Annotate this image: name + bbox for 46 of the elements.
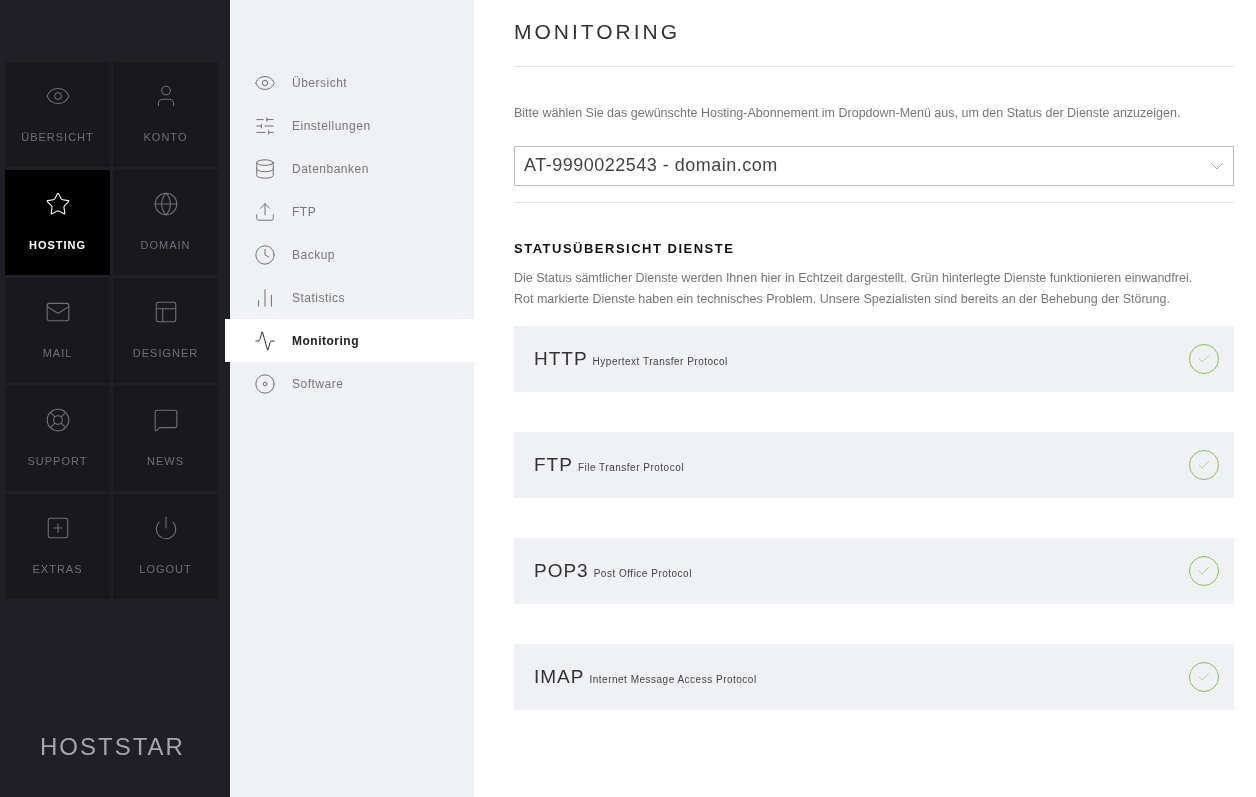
disc-icon xyxy=(254,372,276,395)
upload-icon xyxy=(254,200,276,223)
section-title: STATUSÜBERSICHT DIENSTE xyxy=(514,239,736,258)
intro-text: Bitte wählen Sie das gewünschte Hosting-Abonnement im Dropdown-Menü aus, um den Status der Dienste anzuzeigen. xyxy=(514,104,1182,122)
sliders-icon xyxy=(254,114,276,137)
page-title: MONITORING xyxy=(514,0,1234,67)
main-menu-tile[interactable]: ÜBERSICHT xyxy=(5,62,110,167)
submenu-item[interactable]: Datenbanken xyxy=(225,147,474,190)
submenu-item[interactable]: Statistics xyxy=(225,276,474,319)
service-description: File Transfer Protocol xyxy=(577,460,684,475)
service-name: FTP xyxy=(534,452,573,477)
database-icon xyxy=(254,157,276,180)
main-menu-tile[interactable]: KONTO xyxy=(113,62,218,167)
submenu-item[interactable]: Einstellungen xyxy=(225,104,474,147)
main-menu-tile[interactable]: SUPPORT xyxy=(5,386,110,491)
main-menu-tile[interactable]: EXTRAS xyxy=(5,494,110,599)
lifebuoy-icon xyxy=(44,407,71,434)
service-description: Post Office Protocol xyxy=(593,566,692,581)
main-menu-tile[interactable]: HOSTING xyxy=(5,170,110,275)
globe-icon xyxy=(152,191,179,218)
submenu-item[interactable]: Monitoring xyxy=(225,319,474,362)
service-name: HTTP xyxy=(534,346,588,371)
service-name: POP3 xyxy=(534,558,589,583)
logo: HOSTSTAR xyxy=(40,732,185,762)
service-name: IMAP xyxy=(534,664,585,689)
main-menu-tile[interactable]: DOMAIN xyxy=(113,170,218,275)
submenu-item[interactable]: Backup xyxy=(225,233,474,276)
check-icon xyxy=(1197,670,1211,684)
section-text: Die Status sämtlicher Dienste werden Ihnen hier in Echtzeit dargestellt. Grün hinterlegte Dienste funktionieren einwandfrei. Rot markierte Dienste haben ein technisches Problem. Unsere Spezialisten sind bereits an der Behebung der Störung. xyxy=(514,270,1194,308)
main-menu-tile[interactable]: NEWS xyxy=(113,386,218,491)
pulse-icon xyxy=(254,329,276,352)
main-menu-tile[interactable]: LOGOUT xyxy=(113,494,218,599)
main-menu-tile[interactable]: DESIGNER xyxy=(113,278,218,383)
service-description: Hypertext Transfer Protocol xyxy=(592,354,728,369)
subscription-dropdown[interactable]: AT-9990022543 - domain.com xyxy=(514,145,1234,186)
chevron-down-icon xyxy=(1210,161,1224,170)
check-icon xyxy=(1197,564,1211,578)
service-description: Internet Message Access Protocol xyxy=(589,672,757,687)
clock-icon xyxy=(254,243,276,266)
submenu-item[interactable]: Übersicht xyxy=(225,61,474,104)
submenu-item[interactable]: Software xyxy=(225,362,474,405)
main-menu-tile[interactable]: MAIL xyxy=(5,278,110,383)
submenu-item[interactable]: FTP xyxy=(225,190,474,233)
speech-bubble-icon xyxy=(152,407,179,434)
check-icon xyxy=(1197,458,1211,472)
check-icon xyxy=(1197,352,1211,366)
